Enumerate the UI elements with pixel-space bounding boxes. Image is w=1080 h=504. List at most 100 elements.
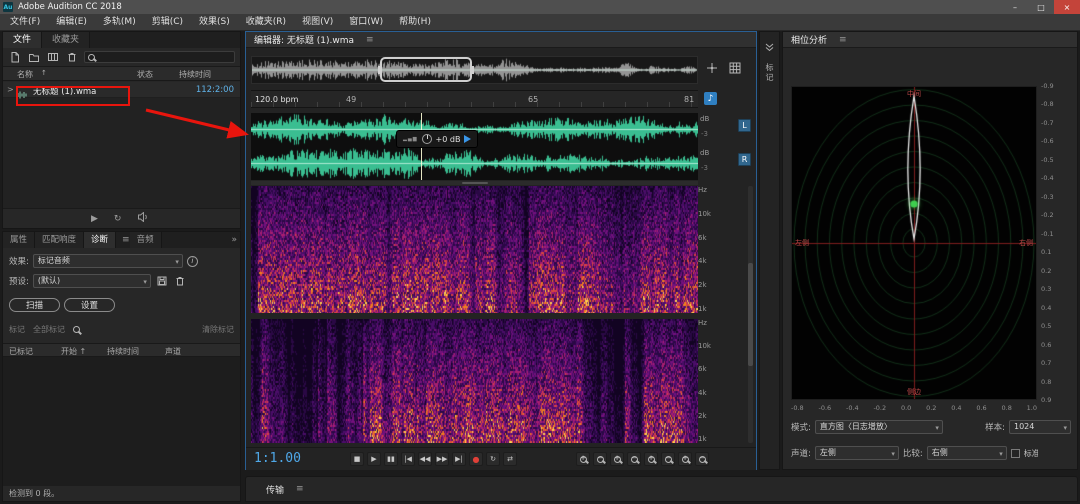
column-start[interactable]: 开始 ↑ (61, 346, 86, 357)
zoom-in-button[interactable]: + (576, 452, 590, 466)
panel-menu-icon[interactable]: ≡ (839, 32, 847, 48)
panel-menu-icon[interactable]: ≡ (366, 32, 374, 48)
phase-panel-title[interactable]: 相位分析 (791, 33, 827, 46)
clear-markers-button[interactable]: 清除标记 (202, 324, 234, 335)
menu-item[interactable]: 文件(F) (2, 14, 48, 31)
fast-forward-button[interactable]: ▶▶ (435, 452, 449, 466)
import-file-button[interactable] (8, 50, 22, 64)
zoom-full-button[interactable]: − (695, 452, 709, 466)
zoom-in-time-button[interactable]: + (610, 452, 624, 466)
column-duration[interactable]: 持续时间 (179, 69, 211, 80)
skip-to-start-button[interactable]: |◀ (401, 452, 415, 466)
timeline-ruler[interactable]: 120.0 bpm 496581 (251, 90, 698, 108)
column-status[interactable]: 状态 (137, 69, 153, 80)
mode-select[interactable]: 直方图〈日志增放〉 (815, 420, 943, 434)
samples-select[interactable]: 1024 (1009, 420, 1071, 434)
right-channel-button[interactable]: R (738, 153, 751, 166)
skip-selection-button[interactable]: ⇄ (503, 452, 517, 466)
column-duration[interactable]: 持续时间 (107, 346, 139, 357)
stop-button[interactable]: ■ (350, 452, 364, 466)
find-marker-icon[interactable] (73, 326, 80, 333)
panel-menu-icon[interactable]: ≡ (122, 232, 130, 248)
zoom-in-amplitude-button[interactable]: + (644, 452, 658, 466)
pin-hud-icon[interactable] (464, 135, 471, 143)
menu-item[interactable]: 帮助(H) (391, 14, 439, 31)
loop-preview-button[interactable]: ↻ (114, 214, 122, 224)
preview-play-button[interactable]: ▶ (91, 214, 98, 224)
maximize-button[interactable]: □ (1028, 0, 1054, 14)
pan-tool-icon[interactable] (706, 59, 718, 78)
left-channel-button[interactable]: L (738, 119, 751, 132)
menu-item[interactable]: 编辑(E) (48, 14, 95, 31)
view-splitter-handle[interactable] (251, 181, 698, 185)
metronome-button[interactable]: ♪ (704, 92, 717, 105)
menu-item[interactable]: 多轨(M) (95, 14, 144, 31)
open-folder-button[interactable] (27, 50, 41, 64)
media-browser-button[interactable] (46, 50, 60, 64)
panel-menu-icon[interactable]: ≡ (296, 481, 304, 497)
column-channel[interactable]: 声道 (165, 346, 181, 357)
preset-select[interactable]: (默认) (33, 274, 151, 288)
vertical-scrollbar[interactable] (748, 186, 753, 443)
minimize-button[interactable]: – (1002, 0, 1028, 14)
axis-tick: -0.6 (818, 404, 831, 412)
settings-button[interactable]: 设置 (64, 298, 115, 312)
record-button[interactable]: ● (469, 452, 483, 466)
scan-button[interactable]: 扫描 (9, 298, 60, 312)
editor-title[interactable]: 编辑器: 无标题 (1).wma (254, 33, 354, 46)
save-preset-button[interactable] (155, 274, 169, 288)
zoom-out-amplitude-button[interactable]: − (661, 452, 675, 466)
zoom-out-button[interactable]: − (593, 452, 607, 466)
menu-item[interactable]: 视图(V) (294, 14, 341, 31)
play-button[interactable]: ▶ (367, 452, 381, 466)
auto-play-button[interactable] (137, 212, 149, 225)
info-icon[interactable]: i (187, 256, 198, 267)
zoom-to-selection-button[interactable]: + (678, 452, 692, 466)
tab-overflow-icon[interactable]: » (231, 235, 237, 245)
delete-file-button[interactable] (65, 50, 79, 64)
spectrogram-display-right[interactable] (251, 319, 698, 443)
tab-files[interactable]: 文件 (3, 32, 42, 48)
delete-preset-button[interactable] (173, 274, 187, 288)
skip-to-end-button[interactable]: ▶| (452, 452, 466, 466)
zoom-out-time-button[interactable]: − (627, 452, 641, 466)
hud-db-value[interactable]: +0 dB (436, 135, 461, 144)
expander-icon[interactable]: > (7, 85, 14, 94)
tab-match-loudness[interactable]: 匹配响度 (35, 232, 84, 248)
menu-item[interactable]: 窗口(W) (341, 14, 391, 31)
rewind-button[interactable]: ◀◀ (418, 452, 432, 466)
mark-button[interactable]: 标记 (9, 324, 25, 335)
collapsed-panel-tab[interactable]: 标记 (764, 63, 775, 83)
loop-playback-button[interactable]: ↻ (486, 452, 500, 466)
close-button[interactable]: × (1054, 0, 1080, 14)
normalize-checkbox[interactable] (1011, 449, 1020, 458)
waveform-overview[interactable] (251, 56, 698, 84)
volume-hud[interactable]: ▂▄▆ +0 dB (396, 130, 478, 148)
pause-button[interactable]: ▮▮ (384, 452, 398, 466)
menu-item[interactable]: 收藏夹(R) (238, 14, 294, 31)
compare-select[interactable]: 右侧 (927, 446, 1007, 460)
waveform-display-right-channel[interactable] (251, 147, 698, 180)
overview-range-selector[interactable] (380, 57, 472, 82)
axis-tick: -0.8 (1041, 100, 1054, 108)
tab-audio[interactable]: 音频 (130, 232, 162, 248)
axis-tick: 0.6 (1041, 341, 1054, 349)
search-input[interactable] (84, 51, 235, 63)
menu-item[interactable]: 剪辑(C) (144, 14, 191, 31)
time-display[interactable]: 1:1.00 (254, 451, 301, 466)
effect-select[interactable]: 标记音频 (33, 254, 183, 268)
transport-panel-title[interactable]: 传输 (266, 483, 284, 496)
tab-properties[interactable]: 属性 (3, 232, 35, 248)
chevron-down-icon[interactable] (765, 37, 774, 56)
menu-item[interactable]: 效果(S) (191, 14, 238, 31)
tab-favorites[interactable]: 收藏夹 (42, 32, 90, 48)
spectrogram-display-left[interactable] (251, 186, 698, 313)
tab-diagnostics[interactable]: 诊断 (84, 232, 116, 248)
column-marked[interactable]: 已标记 (9, 346, 33, 357)
grid-view-icon[interactable] (729, 59, 741, 78)
column-name[interactable]: 名称 (17, 69, 33, 80)
channel-select[interactable]: 左侧 (815, 446, 899, 460)
volume-knob[interactable] (422, 134, 432, 144)
overview-waveform-display[interactable] (252, 57, 697, 83)
mark-all-button[interactable]: 全部标记 (33, 324, 65, 335)
